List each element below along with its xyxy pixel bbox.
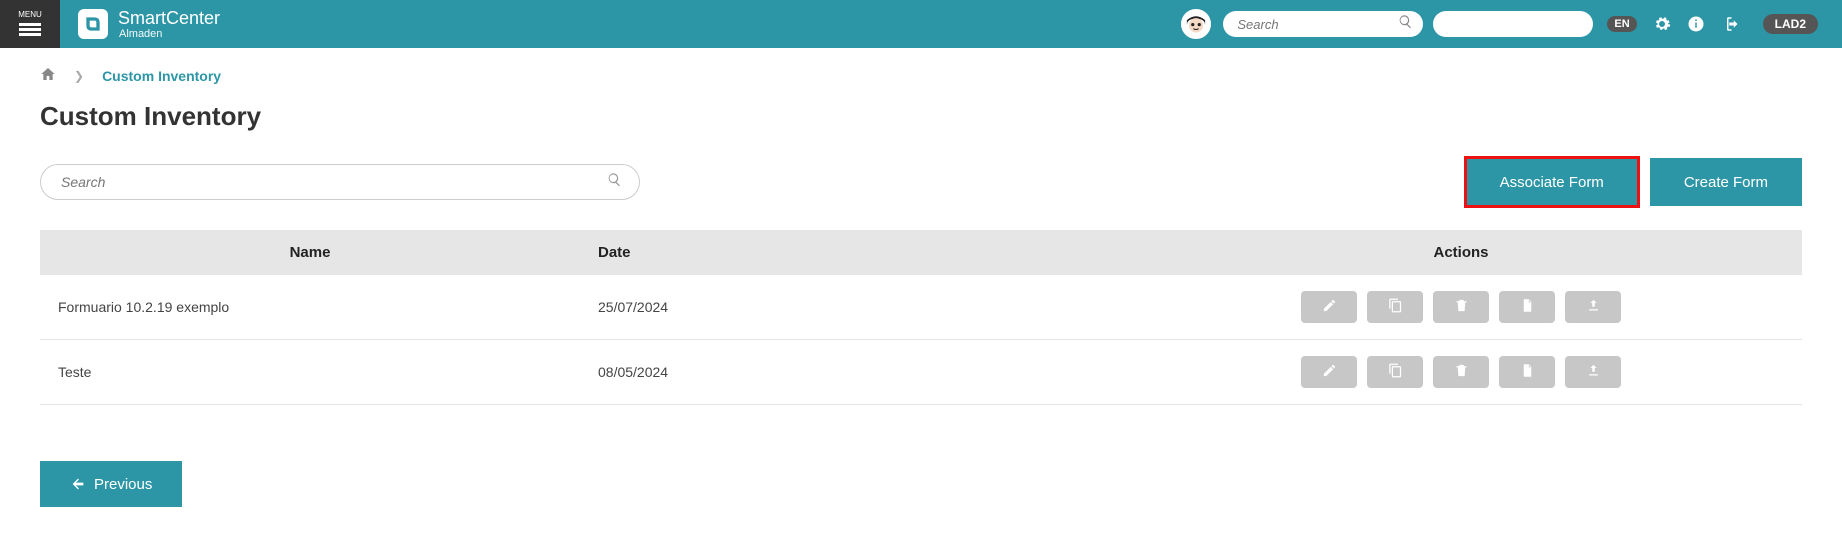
trash-icon: [1454, 363, 1469, 381]
upload-button[interactable]: [1565, 356, 1621, 388]
env-badge: LAD2: [1763, 14, 1818, 34]
global-search: [1223, 11, 1423, 37]
col-name: Name: [40, 230, 580, 275]
brand-icon: [78, 9, 108, 39]
doc-button[interactable]: [1499, 356, 1555, 388]
secondary-input-wrap: [1433, 11, 1593, 37]
info-icon[interactable]: [1687, 15, 1705, 33]
logout-icon[interactable]: [1721, 15, 1739, 33]
doc-icon: [1520, 298, 1535, 316]
inventory-table: Name Date Actions Formuario 10.2.19 exem…: [40, 230, 1802, 405]
table-search-input[interactable]: [40, 164, 640, 200]
cell-name: Formuario 10.2.19 exemplo: [40, 275, 580, 340]
copy-icon: [1388, 298, 1403, 316]
edit-button[interactable]: [1301, 291, 1357, 323]
breadcrumb: ❯ Custom Inventory: [0, 48, 1842, 91]
table-search: [40, 164, 640, 200]
trash-button[interactable]: [1433, 291, 1489, 323]
brand-subtitle: Almaden: [119, 29, 220, 40]
associate-form-button[interactable]: Associate Form: [1466, 158, 1638, 206]
menu-button[interactable]: MENU: [0, 0, 60, 48]
table-row: Formuario 10.2.19 exemplo25/07/2024: [40, 275, 1802, 340]
home-icon[interactable]: [40, 66, 56, 85]
trash-button[interactable]: [1433, 356, 1489, 388]
avatar[interactable]: [1181, 9, 1211, 39]
search-icon: [1398, 14, 1413, 34]
gear-icon[interactable]: [1653, 15, 1671, 33]
cell-date: 08/05/2024: [580, 340, 1120, 405]
upload-button[interactable]: [1565, 291, 1621, 323]
arrow-left-icon: [70, 476, 86, 492]
hamburger-icon: [19, 21, 41, 38]
menu-label: MENU: [18, 10, 42, 19]
doc-icon: [1520, 363, 1535, 381]
global-search-input[interactable]: [1223, 11, 1423, 37]
trash-icon: [1454, 298, 1469, 316]
page-title: Custom Inventory: [40, 101, 1802, 132]
copy-button[interactable]: [1367, 291, 1423, 323]
col-date: Date: [580, 230, 1120, 275]
search-icon: [607, 172, 622, 192]
edit-button[interactable]: [1301, 356, 1357, 388]
cell-actions: [1120, 275, 1802, 340]
cell-date: 25/07/2024: [580, 275, 1120, 340]
copy-button[interactable]: [1367, 356, 1423, 388]
create-form-button[interactable]: Create Form: [1650, 158, 1802, 206]
previous-button[interactable]: Previous: [40, 461, 182, 507]
chevron-right-icon: ❯: [74, 69, 84, 83]
topbar: MENU SmartCenter Almaden EN: [0, 0, 1842, 48]
secondary-input[interactable]: [1433, 11, 1593, 37]
cell-name: Teste: [40, 340, 580, 405]
previous-label: Previous: [94, 476, 152, 493]
upload-icon: [1586, 363, 1601, 381]
top-icons: EN LAD2: [1607, 14, 1818, 34]
toolbar-row: Associate Form Create Form: [40, 158, 1802, 206]
cell-actions: [1120, 340, 1802, 405]
edit-icon: [1322, 298, 1337, 316]
language-badge[interactable]: EN: [1607, 16, 1636, 32]
breadcrumb-current[interactable]: Custom Inventory: [102, 68, 221, 84]
button-group: Associate Form Create Form: [1466, 158, 1802, 206]
col-actions: Actions: [1120, 230, 1802, 275]
brand-title: SmartCenter: [118, 9, 220, 27]
brand-text: SmartCenter Almaden: [118, 9, 220, 40]
table-row: Teste08/05/2024: [40, 340, 1802, 405]
edit-icon: [1322, 363, 1337, 381]
doc-button[interactable]: [1499, 291, 1555, 323]
copy-icon: [1388, 363, 1403, 381]
content: Custom Inventory Associate Form Create F…: [0, 91, 1842, 547]
brand[interactable]: SmartCenter Almaden: [78, 9, 220, 40]
upload-icon: [1586, 298, 1601, 316]
